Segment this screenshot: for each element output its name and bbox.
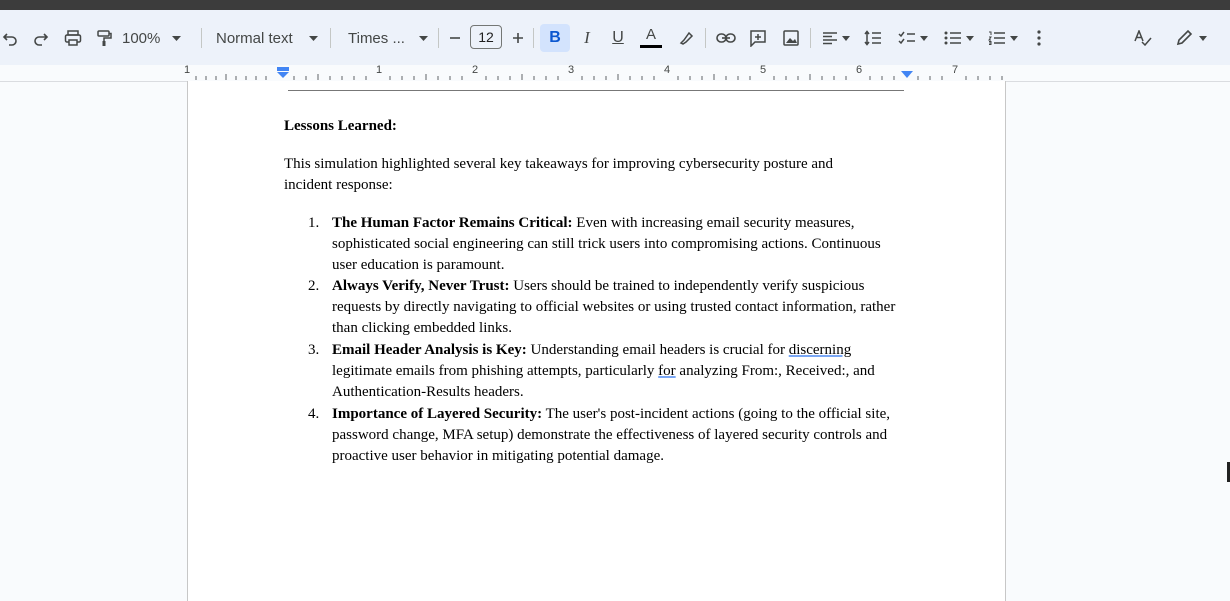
- zoom-value: 100%: [122, 29, 161, 47]
- text-color-button[interactable]: A: [638, 24, 664, 52]
- paint-format-icon[interactable]: [93, 24, 115, 52]
- list-item-text: Understanding email headers is crucial f…: [526, 342, 789, 358]
- editing-mode-select[interactable]: [1170, 24, 1212, 52]
- more-options-icon[interactable]: [1030, 24, 1048, 52]
- align-left-icon: [823, 32, 837, 45]
- list-item-text: legitimate emails from phishing attempts…: [332, 363, 659, 379]
- window-top-strip: [0, 0, 1230, 10]
- text-color-swatch: [640, 45, 662, 48]
- spellcheck-icon[interactable]: [1130, 24, 1156, 52]
- first-line-indent-marker: [277, 67, 289, 71]
- divider: [438, 28, 439, 48]
- ruler-label: 1: [375, 64, 383, 76]
- intro-paragraph: This simulation highlighted several key …: [284, 156, 834, 193]
- paragraph-style-value: Normal text: [216, 29, 293, 47]
- bulleted-list-icon: [944, 31, 961, 45]
- chevron-down-icon: [418, 35, 428, 41]
- paragraph-style-select[interactable]: Normal text: [210, 24, 320, 52]
- redo-icon[interactable]: [30, 24, 52, 52]
- bold-icon: B: [549, 29, 561, 46]
- list-item-title: Importance of Layered Security:: [332, 406, 543, 422]
- bold-button[interactable]: B: [540, 24, 570, 52]
- grammar-suggestion[interactable]: discerning: [789, 342, 851, 358]
- text-color-icon: A: [645, 26, 656, 43]
- chevron-down-icon: [172, 35, 182, 41]
- divider: [810, 28, 811, 48]
- chevron-down-icon: [308, 35, 318, 41]
- font-family-select[interactable]: Times ...: [340, 24, 430, 52]
- print-icon[interactable]: [62, 24, 84, 52]
- link-icon[interactable]: [713, 24, 739, 52]
- increase-font-size-icon[interactable]: [508, 24, 528, 52]
- divider: [705, 28, 706, 48]
- ruler-label: 1: [183, 64, 191, 76]
- list-item: 4. Importance of Layered Security: The u…: [284, 404, 904, 467]
- list-item-title: Email Header Analysis is Key:: [332, 342, 527, 358]
- list-item: 1. The Human Factor Remains Critical: Ev…: [284, 213, 904, 276]
- list-number: 3.: [308, 342, 320, 358]
- left-indent-marker: [277, 72, 289, 78]
- list-number: 2.: [308, 278, 320, 294]
- line-spacing-icon[interactable]: [861, 24, 885, 52]
- chevron-down-icon: [966, 35, 974, 41]
- chevron-down-icon: [1010, 35, 1018, 41]
- insert-image-icon[interactable]: [779, 24, 803, 52]
- ruler-label: 4: [663, 64, 671, 76]
- ruler-label: 6: [855, 64, 863, 76]
- italic-icon: I: [584, 28, 590, 47]
- numbered-list-icon: [988, 31, 1005, 45]
- zoom-select[interactable]: 100%: [122, 24, 192, 52]
- list-item: 3. Email Header Analysis is Key: Underst…: [284, 340, 904, 403]
- chevron-down-icon: [920, 35, 928, 41]
- bulleted-list-select[interactable]: [940, 24, 978, 52]
- ruler-label: 2: [471, 64, 479, 76]
- ruler-label: 5: [759, 64, 767, 76]
- checklist-icon: [898, 31, 915, 45]
- divider: [330, 28, 331, 48]
- section-heading: Lessons Learned:: [284, 118, 397, 134]
- highlight-icon[interactable]: [674, 24, 698, 52]
- numbered-list-select[interactable]: [984, 24, 1022, 52]
- align-select[interactable]: [818, 24, 854, 52]
- list-number: 4.: [308, 406, 320, 422]
- formatting-toolbar: 100% Normal text Times ... 12 B I U A: [0, 10, 1230, 65]
- font-size-input[interactable]: 12: [470, 25, 502, 49]
- checklist-select[interactable]: [894, 24, 932, 52]
- horizontal-rule: [288, 90, 904, 91]
- italic-button[interactable]: I: [575, 24, 599, 52]
- divider: [533, 28, 534, 48]
- pencil-icon: [1176, 29, 1193, 46]
- underline-button[interactable]: U: [606, 24, 630, 52]
- list-number: 1.: [308, 215, 320, 231]
- list-item-title: Always Verify, Never Trust:: [332, 278, 510, 294]
- undo-icon[interactable]: [0, 24, 20, 52]
- font-family-value: Times ...: [348, 29, 405, 47]
- ruler-label: 7: [951, 64, 959, 76]
- ruler-label: 3: [567, 64, 575, 76]
- underline-icon: U: [612, 29, 624, 46]
- right-indent-marker: [901, 71, 913, 78]
- list-item: 2. Always Verify, Never Trust: Users sho…: [284, 276, 904, 339]
- divider: [201, 28, 202, 48]
- decrease-font-size-icon[interactable]: [445, 24, 465, 52]
- horizontal-ruler[interactable]: 1 1 2 3 4 5 6 7: [0, 64, 1230, 82]
- grammar-suggestion[interactable]: for: [658, 363, 676, 379]
- add-comment-icon[interactable]: [746, 24, 770, 52]
- chevron-down-icon: [1199, 35, 1207, 41]
- list-item-title: The Human Factor Remains Critical:: [332, 215, 573, 231]
- chevron-down-icon: [842, 35, 850, 41]
- numbered-list: 1. The Human Factor Remains Critical: Ev…: [284, 213, 904, 467]
